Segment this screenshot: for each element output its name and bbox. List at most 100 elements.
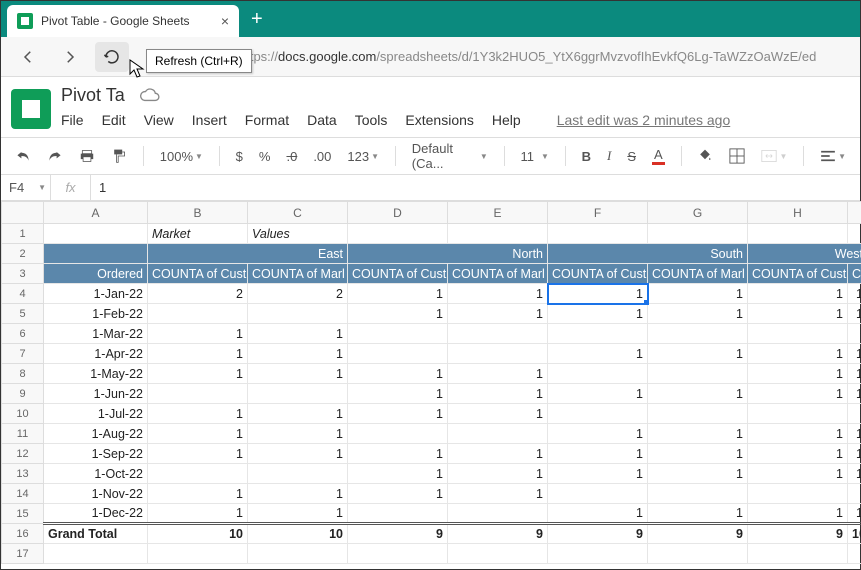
row-header[interactable]: 1 — [2, 224, 44, 244]
cloud-saved-icon[interactable] — [139, 88, 161, 104]
cell[interactable]: 1 — [648, 504, 748, 524]
cell[interactable]: 1 — [348, 364, 448, 384]
cell[interactable] — [148, 384, 248, 404]
cell[interactable] — [148, 304, 248, 324]
cell[interactable]: COUNTA of Cust — [848, 264, 861, 284]
cell[interactable] — [648, 364, 748, 384]
cell[interactable] — [44, 244, 148, 264]
cell[interactable]: 1 — [348, 444, 448, 464]
cell[interactable]: 1 — [248, 344, 348, 364]
last-edit-link[interactable]: Last edit was 2 minutes ago — [557, 112, 731, 128]
cell[interactable]: 1-Jul-22 — [44, 404, 148, 424]
cell[interactable]: 1 — [248, 424, 348, 444]
cell[interactable]: 1 — [748, 344, 848, 364]
decrease-decimal-button[interactable]: .0 — [282, 145, 301, 168]
cell[interactable]: 2 — [148, 284, 248, 304]
cell[interactable]: 1 — [248, 484, 348, 504]
cell[interactable]: 1 — [448, 364, 548, 384]
row-header[interactable]: 12 — [2, 444, 44, 464]
print-button[interactable] — [75, 145, 99, 167]
col-header-D[interactable]: D — [348, 202, 448, 224]
col-header-H[interactable]: H — [748, 202, 848, 224]
col-header-B[interactable]: B — [148, 202, 248, 224]
cell[interactable]: 1-May-22 — [44, 364, 148, 384]
cell[interactable]: 1 — [348, 284, 448, 304]
cell[interactable] — [44, 544, 148, 564]
cell[interactable]: 1 — [848, 444, 861, 464]
cell[interactable]: 1 — [548, 304, 648, 324]
cell[interactable]: 9 — [448, 524, 548, 544]
font-size-select[interactable]: 11▼ — [517, 145, 553, 168]
cell[interactable] — [648, 324, 748, 344]
cell[interactable]: 1 — [548, 344, 648, 364]
cell[interactable]: 1 — [648, 304, 748, 324]
cell[interactable]: 9 — [348, 524, 448, 544]
cell[interactable] — [44, 224, 148, 244]
cell[interactable]: 1 — [448, 464, 548, 484]
cell[interactable]: COUNTA of Cust — [348, 264, 448, 284]
cell[interactable]: Grand Total — [44, 524, 148, 544]
row-header[interactable]: 16 — [2, 524, 44, 544]
row-header[interactable]: 11 — [2, 424, 44, 444]
cell[interactable]: 1 — [248, 324, 348, 344]
cell[interactable] — [648, 484, 748, 504]
row-header[interactable]: 10 — [2, 404, 44, 424]
cell[interactable]: 1 — [648, 344, 748, 364]
menu-insert[interactable]: Insert — [192, 112, 227, 128]
zoom-select[interactable]: 100% ▼ — [156, 145, 207, 168]
cell[interactable]: 1 — [848, 284, 861, 304]
cell[interactable]: 1 — [748, 444, 848, 464]
address-bar[interactable]: https://docs.google.com/spreadsheets/d/1… — [239, 49, 816, 64]
paint-format-button[interactable] — [107, 144, 131, 168]
cell[interactable]: North — [348, 244, 548, 264]
cell[interactable]: 1 — [848, 504, 861, 524]
cell[interactable]: 1 — [148, 424, 248, 444]
cell[interactable]: 1 — [848, 304, 861, 324]
menu-extensions[interactable]: Extensions — [405, 112, 473, 128]
cell[interactable]: 1 — [348, 384, 448, 404]
italic-button[interactable]: I — [603, 144, 615, 168]
strike-button[interactable]: S — [623, 145, 640, 168]
corner-cell[interactable] — [2, 202, 44, 224]
cell[interactable]: 1-Aug-22 — [44, 424, 148, 444]
menu-help[interactable]: Help — [492, 112, 521, 128]
cell[interactable] — [448, 344, 548, 364]
cell[interactable]: 9 — [748, 524, 848, 544]
cell[interactable]: COUNTA of Cust — [148, 264, 248, 284]
cell[interactable]: 1 — [148, 324, 248, 344]
cell[interactable]: 9 — [548, 524, 648, 544]
cell[interactable]: 1 — [448, 284, 548, 304]
cell[interactable] — [348, 324, 448, 344]
cell[interactable]: 1 — [348, 484, 448, 504]
cell[interactable] — [248, 544, 348, 564]
cell[interactable]: 1 — [448, 304, 548, 324]
align-button[interactable]: ▼ — [816, 146, 850, 166]
cell[interactable]: COUNTA of Marl — [248, 264, 348, 284]
merge-button[interactable]: ▼ — [757, 145, 791, 167]
cell[interactable] — [848, 484, 861, 504]
cell[interactable] — [848, 324, 861, 344]
cell[interactable]: 1 — [548, 444, 648, 464]
cell[interactable]: 1 — [748, 464, 848, 484]
cell[interactable]: 1-Apr-22 — [44, 344, 148, 364]
menu-file[interactable]: File — [61, 112, 84, 128]
cell[interactable]: 1-Feb-22 — [44, 304, 148, 324]
cell[interactable]: 1 — [148, 344, 248, 364]
cell[interactable]: 1 — [348, 304, 448, 324]
cell[interactable] — [448, 504, 548, 524]
cell[interactable]: 1 — [748, 384, 848, 404]
document-title[interactable]: Pivot Ta — [61, 85, 125, 106]
row-header[interactable]: 17 — [2, 544, 44, 564]
cell[interactable]: 1 — [548, 424, 648, 444]
text-color-button[interactable]: A — [648, 143, 669, 169]
menu-view[interactable]: View — [144, 112, 174, 128]
spreadsheet-grid[interactable]: ABCDEFGH1MarketValues2EastNorthSouthWest… — [1, 201, 860, 564]
cell[interactable]: 1 — [348, 404, 448, 424]
fill-color-button[interactable] — [693, 144, 717, 168]
cell[interactable]: 1 — [448, 404, 548, 424]
menu-edit[interactable]: Edit — [102, 112, 126, 128]
cell[interactable]: 1 — [748, 284, 848, 304]
new-tab-button[interactable]: + — [251, 8, 263, 31]
cell[interactable]: Market — [148, 224, 248, 244]
cell[interactable]: 1 — [448, 444, 548, 464]
